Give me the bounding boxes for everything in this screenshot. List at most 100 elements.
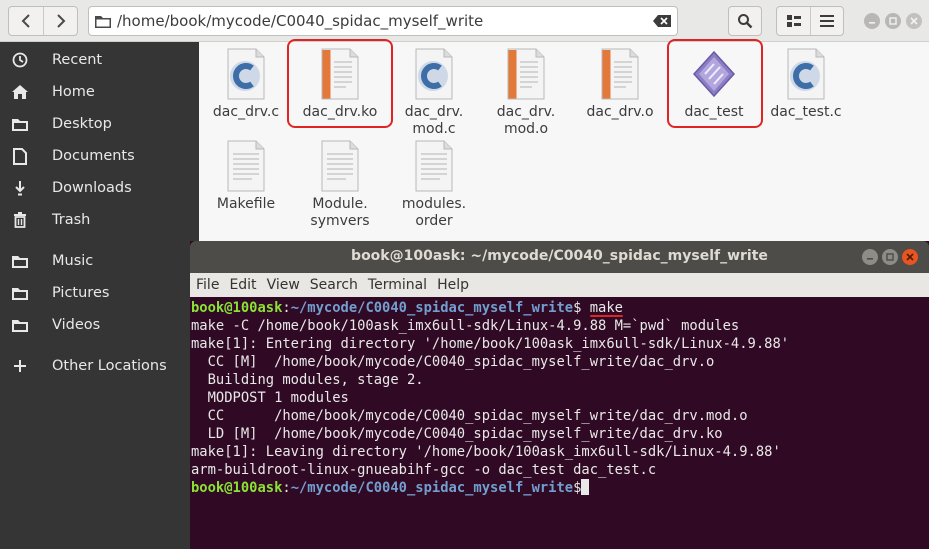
terminal-line: book@100ask:~/mycode/C0040_spidac_myself… — [191, 479, 929, 497]
prompt-user: book@100ask — [191, 480, 283, 496]
terminal-line: arm-buildroot-linux-gnueabihf-gcc -o dac… — [191, 462, 657, 478]
folder-icon — [11, 316, 29, 334]
chevron-left-icon — [21, 14, 30, 28]
folder-icon — [89, 7, 117, 35]
terminal-line: make -C /home/book/100ask_imx6ull-sdk/Li… — [191, 318, 740, 334]
terminal-close-button[interactable] — [902, 249, 918, 265]
c-source-file-icon — [782, 48, 830, 100]
sidebar-item-trash[interactable]: Trash — [0, 205, 199, 235]
sidebar-item-label: Downloads — [52, 180, 132, 196]
sidebar-item-documents[interactable]: Documents — [0, 141, 199, 171]
binary-file-icon — [596, 48, 644, 100]
file-item[interactable]: dac_drv.o — [572, 48, 668, 121]
file-item[interactable]: Makefile — [198, 140, 294, 213]
file-name: Makefile — [216, 196, 276, 212]
menu-file[interactable]: File — [196, 277, 219, 293]
menu-button[interactable] — [810, 7, 843, 35]
file-name: Module. symvers — [310, 196, 370, 229]
sidebar-item-label: Desktop — [52, 116, 112, 132]
file-name: dac_drv. mod.o — [496, 104, 556, 137]
text-file-icon — [316, 140, 364, 192]
terminal-window: book@100ask: ~/mycode/C0040_spidac_mysel… — [190, 241, 929, 549]
terminal-line: MODPOST 1 modules — [191, 390, 349, 406]
menu-edit[interactable]: Edit — [229, 277, 256, 293]
close-icon — [910, 17, 918, 25]
file-item[interactable]: dac_test.c — [758, 48, 854, 121]
annotation-highlight — [287, 39, 393, 128]
annotation-underline — [589, 315, 623, 317]
maximize-icon — [889, 17, 897, 25]
download-icon — [11, 179, 29, 197]
maximize-button[interactable] — [885, 13, 901, 29]
sidebar-item-home[interactable]: Home — [0, 77, 199, 107]
terminal-output[interactable]: book@100ask:~/mycode/C0040_spidac_myself… — [190, 297, 929, 549]
menu-terminal[interactable]: Terminal — [368, 277, 427, 293]
close-button[interactable] — [906, 13, 922, 29]
view-mode-button[interactable] — [777, 7, 810, 35]
sidebar-item-label: Videos — [52, 317, 101, 333]
file-item[interactable]: dac_drv. mod.c — [386, 48, 482, 138]
sidebar-item-label: Recent — [52, 52, 103, 68]
command-text: make — [589, 300, 623, 316]
folder-icon — [11, 284, 29, 302]
sidebar-item-downloads[interactable]: Downloads — [0, 173, 199, 203]
trash-icon — [11, 211, 29, 229]
close-icon — [906, 253, 914, 261]
terminal-line: book@100ask:~/mycode/C0040_spidac_myself… — [191, 300, 623, 317]
file-item[interactable]: dac_drv. mod.o — [478, 48, 574, 138]
binary-file-icon — [502, 48, 550, 100]
file-name: dac_drv. mod.c — [404, 104, 464, 137]
menu-view[interactable]: View — [267, 277, 300, 293]
sidebar-item-label: Documents — [52, 148, 135, 164]
file-name: dac_drv.c — [212, 104, 280, 120]
sidebar-item-videos[interactable]: Videos — [0, 310, 199, 340]
location-path[interactable]: /home/book/mycode/C0040_spidac_myself_wr… — [117, 12, 647, 30]
plus-icon — [11, 357, 29, 375]
c-source-file-icon — [222, 48, 270, 100]
file-item[interactable]: modules. order — [386, 140, 482, 230]
view-options — [776, 6, 844, 36]
terminal-cursor — [581, 479, 590, 495]
annotation-highlight — [667, 39, 763, 128]
terminal-title: book@100ask: ~/mycode/C0040_spidac_mysel… — [351, 248, 768, 264]
navigation-buttons — [8, 6, 78, 36]
backspace-icon — [653, 15, 671, 27]
maximize-icon — [886, 253, 894, 261]
sidebar-item-desktop[interactable]: Desktop — [0, 109, 199, 139]
terminal-command: make — [589, 300, 623, 317]
minimize-icon — [867, 258, 873, 260]
menu-help[interactable]: Help — [437, 277, 469, 293]
clock-icon — [11, 51, 29, 69]
file-item[interactable]: dac_drv.c — [198, 48, 294, 121]
minimize-button[interactable] — [864, 13, 880, 29]
file-name: dac_drv.o — [586, 104, 654, 120]
sidebar-item-label: Home — [52, 84, 95, 100]
terminal-line: Building modules, stage 2. — [191, 372, 424, 388]
location-bar[interactable]: /home/book/mycode/C0040_spidac_myself_wr… — [88, 6, 678, 36]
sidebar-item-recent[interactable]: Recent — [0, 45, 199, 75]
chevron-right-icon — [56, 14, 65, 28]
prompt-path: ~/mycode/C0040_spidac_myself_write — [290, 480, 574, 496]
terminal-menubar: File Edit View Search Terminal Help — [190, 273, 929, 297]
menu-search[interactable]: Search — [310, 277, 358, 293]
file-item[interactable]: Module. symvers — [292, 140, 388, 230]
sidebar-item-other-locations[interactable]: Other Locations — [0, 351, 199, 381]
sidebar-item-label: Pictures — [52, 285, 110, 301]
terminal-maximize-button[interactable] — [882, 249, 898, 265]
sidebar: Recent Home Desktop Documents Downloads — [0, 42, 199, 549]
prompt-path: ~/mycode/C0040_spidac_myself_write — [290, 300, 574, 316]
folder-icon — [11, 115, 29, 133]
forward-button[interactable] — [43, 7, 77, 35]
sidebar-item-music[interactable]: Music — [0, 246, 199, 276]
minimize-icon — [869, 22, 875, 24]
text-file-icon — [410, 140, 458, 192]
clear-location-button[interactable] — [647, 7, 677, 35]
desktop: /home/book/mycode/C0040_spidac_myself_wr… — [0, 0, 929, 549]
sidebar-item-pictures[interactable]: Pictures — [0, 278, 199, 308]
terminal-minimize-button[interactable] — [862, 249, 878, 265]
document-icon — [11, 147, 29, 165]
search-button[interactable] — [728, 6, 762, 36]
back-button[interactable] — [9, 7, 43, 35]
prompt-user: book@100ask — [191, 300, 283, 316]
text-file-icon — [222, 140, 270, 192]
